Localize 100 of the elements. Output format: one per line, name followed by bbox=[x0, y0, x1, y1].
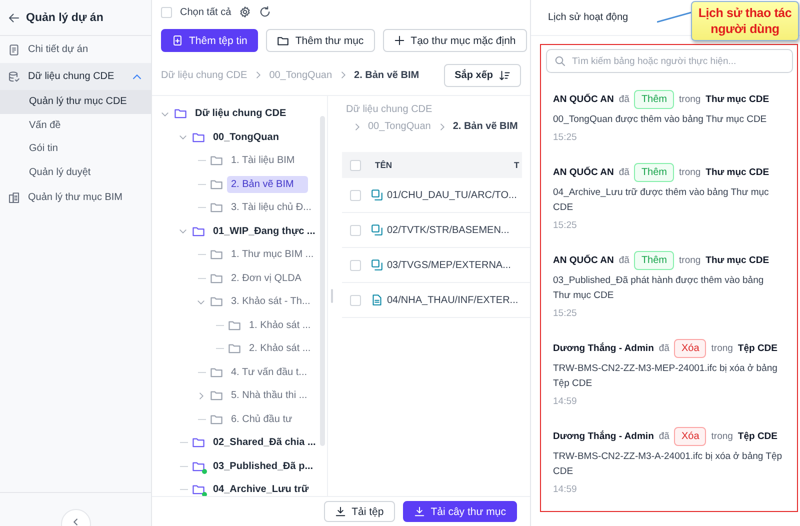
folder-icon bbox=[192, 483, 205, 496]
tree-item[interactable]: Dữ liệu chung CDE bbox=[191, 105, 290, 122]
plus-icon bbox=[394, 35, 405, 46]
breadcrumb-current[interactable]: 2. Bản vẽ BIM bbox=[354, 70, 420, 80]
refresh-icon bbox=[259, 6, 272, 18]
sort-button[interactable]: Sắp xếp bbox=[444, 64, 521, 86]
checkbox[interactable] bbox=[350, 224, 361, 236]
breadcrumb-current[interactable]: 2. Bản vẽ BIM bbox=[452, 121, 518, 132]
tree-item[interactable]: 3. Khảo sát - Th... bbox=[227, 293, 314, 310]
secondary-button[interactable]: Tải tệp bbox=[324, 501, 395, 522]
tree-item[interactable]: 1. Khảo sát ... bbox=[245, 316, 315, 334]
folder-icon bbox=[277, 34, 290, 46]
activity-time: 15:25 bbox=[553, 308, 578, 319]
folder-icon bbox=[210, 154, 223, 168]
file-plus-icon bbox=[172, 35, 183, 46]
stacked-squares-icon bbox=[371, 189, 383, 201]
tree-item[interactable]: 04_Archive_Lưu trữ bbox=[209, 481, 313, 496]
user-name: AN QUỐC AN bbox=[553, 166, 614, 178]
sidebar-subitem[interactable]: Quản lý duyệt bbox=[0, 160, 151, 184]
preposition: trong bbox=[679, 254, 701, 266]
download-icon bbox=[334, 506, 346, 517]
tree-item[interactable]: 1. Tài liệu BIM bbox=[227, 152, 299, 170]
target-name: Tệp CDE bbox=[738, 430, 778, 442]
folder-icon bbox=[210, 389, 223, 402]
action-verb: đã bbox=[618, 166, 630, 178]
activity-time: 14:59 bbox=[553, 484, 578, 495]
tree-item[interactable]: 6. Chủ đầu tư bbox=[227, 410, 296, 428]
file-name[interactable]: 01/CHU_DAU_TU/ARC/TO... bbox=[387, 190, 517, 200]
action-verb: đã bbox=[618, 254, 630, 266]
checkbox[interactable] bbox=[161, 6, 172, 18]
sidebar-subitem[interactable]: Vấn đề bbox=[0, 114, 151, 137]
stacked-squares-icon bbox=[371, 259, 383, 271]
scrollbar[interactable] bbox=[320, 116, 325, 446]
folder-icon bbox=[192, 460, 205, 473]
folder-icon bbox=[192, 130, 205, 144]
tree-item[interactable]: 03_Published_Đã p... bbox=[209, 458, 318, 475]
tree-item[interactable]: 1. Thư mục BIM ... bbox=[227, 246, 318, 264]
folder-icon bbox=[210, 295, 223, 308]
folder-icon bbox=[210, 412, 223, 426]
file-name[interactable]: 02/TVTK/STR/BASEMEN... bbox=[387, 224, 510, 236]
activity-time: 15:25 bbox=[553, 132, 578, 143]
select-all-label[interactable]: Chọn tất cả bbox=[180, 6, 232, 18]
tree-item[interactable]: 02_Shared_Đã chia ... bbox=[209, 434, 320, 452]
action-verb: đã bbox=[658, 430, 670, 442]
tree-item[interactable]: 00_TongQuan bbox=[209, 128, 283, 146]
folder-icon bbox=[192, 436, 205, 450]
checkbox[interactable] bbox=[350, 160, 361, 170]
file-name[interactable]: 04/NHA_THAU/INF/EXTER... bbox=[387, 294, 518, 306]
sidebar-item[interactable]: Quản lý thư mục BIM bbox=[0, 184, 151, 211]
sidebar-group-header[interactable]: Dữ liệu chung CDE bbox=[0, 63, 151, 90]
primary-button[interactable]: Thêm tệp tin bbox=[161, 29, 258, 52]
chevron-left-icon bbox=[70, 517, 80, 526]
primary-button[interactable]: Tải cây thư mục bbox=[402, 501, 517, 522]
secondary-button[interactable]: Tạo thư mục mặc định bbox=[382, 29, 527, 52]
tree-item[interactable]: 2. Đơn vị QLDA bbox=[227, 270, 306, 287]
arrow-left-icon bbox=[8, 12, 20, 24]
tree-item[interactable]: 4. Tư vấn đầu t... bbox=[227, 364, 311, 381]
action-verb: đã bbox=[658, 342, 670, 354]
settings-icon bbox=[239, 6, 252, 18]
tree-item[interactable]: 3. Tài liệu chủ Đ... bbox=[227, 199, 316, 216]
checkbox[interactable] bbox=[350, 260, 361, 270]
activity-time: 14:59 bbox=[553, 396, 578, 407]
resize-handle[interactable] bbox=[331, 289, 333, 303]
tree-item[interactable]: 2. Bản vẽ BIM bbox=[227, 176, 308, 193]
activity-description: TRW-BMS-CN2-ZZ-M3-A-24001.ifc bị xóa ở bảng Tệp CDE bbox=[553, 450, 784, 479]
stacked-squares-icon bbox=[371, 224, 383, 236]
back-button[interactable] bbox=[8, 12, 20, 24]
action-tag: Thêm bbox=[634, 90, 674, 108]
tree-item[interactable]: 5. Nhà thầu thi ... bbox=[227, 387, 312, 404]
action-tag: Xóa bbox=[674, 338, 706, 358]
secondary-button[interactable]: Thêm thư mục bbox=[266, 29, 375, 52]
sidebar-subitem[interactable]: Quản lý thư mục CDE bbox=[0, 90, 151, 114]
folder-icon bbox=[210, 366, 223, 379]
sidebar-item[interactable]: Chi tiết dự án bbox=[0, 36, 151, 63]
activity-description: 00_TongQuan được thêm vào bảng Thư mục CDE bbox=[553, 113, 768, 127]
folder-icon bbox=[228, 318, 241, 332]
document-icon bbox=[371, 294, 383, 306]
action-tag: Xóa bbox=[674, 426, 706, 446]
activity-description: TRW-BMS-CN2-ZZ-M3-MEP-24001.ifc bị xóa ở bảng Tệp CDE bbox=[553, 362, 778, 391]
folder-icon bbox=[210, 248, 223, 262]
file-name[interactable]: 03/TVGS/MEP/EXTERNA... bbox=[387, 260, 511, 270]
preposition: trong bbox=[679, 94, 701, 104]
action-tag: Thêm bbox=[634, 162, 674, 182]
column-header[interactable]: T bbox=[514, 160, 522, 170]
tree-item[interactable]: 2. Khảo sát ... bbox=[245, 340, 315, 358]
checkbox[interactable] bbox=[350, 294, 361, 306]
search-field[interactable]: Tìm kiếm bảng hoặc người thực hiện... bbox=[546, 49, 793, 73]
tree-item[interactable]: 01_WIP_Đang thực ... bbox=[209, 222, 320, 240]
panel-title: Lịch sử hoạt động bbox=[548, 12, 628, 23]
document-icon bbox=[8, 44, 20, 56]
column-header[interactable]: TÊN bbox=[375, 160, 392, 170]
folder-icon bbox=[210, 272, 223, 285]
preposition: trong bbox=[711, 430, 733, 442]
sidebar-title: Quản lý dự án bbox=[26, 12, 104, 24]
preposition: trong bbox=[711, 342, 733, 354]
preposition: trong bbox=[679, 166, 701, 178]
activity-description: 04_Archive_Lưu trữ được thêm vào bảng Thư mục CDE bbox=[553, 186, 770, 215]
sidebar-subitem[interactable]: Gói tin bbox=[0, 137, 151, 160]
download-icon bbox=[414, 506, 425, 517]
checkbox[interactable] bbox=[350, 190, 361, 200]
